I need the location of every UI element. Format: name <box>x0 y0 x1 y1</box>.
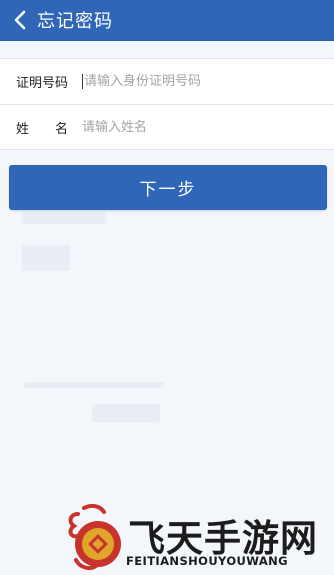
next-step-button[interactable]: 下一步 <box>9 165 327 210</box>
reset-form: 证明号码 姓名 <box>0 58 334 150</box>
text-cursor <box>82 74 83 89</box>
app-header: 忘记密码 <box>0 0 334 41</box>
back-button[interactable] <box>5 0 35 41</box>
page-title: 忘记密码 <box>37 11 113 32</box>
background-ghost <box>22 245 70 271</box>
background-ghost <box>92 404 160 422</box>
background-ghost <box>24 382 164 388</box>
name-row: 姓名 <box>0 104 334 149</box>
background-ghost <box>22 212 106 224</box>
site-watermark: 飞天手游网 FEITIANSHOUYOUWANG <box>66 500 334 575</box>
id-number-row: 证明号码 <box>0 59 334 104</box>
name-label-second: 名 <box>55 121 69 137</box>
coin-logo-icon <box>68 504 121 570</box>
watermark-subtitle: FEITIANSHOUYOUWANG <box>126 554 289 568</box>
name-label: 姓名 <box>0 118 82 137</box>
id-number-label: 证明号码 <box>16 76 69 91</box>
name-input[interactable] <box>82 112 334 142</box>
forgot-password-screen: 忘记密码 证明号码 姓名 下一步 飞天手游网 FEITIANS <box>0 0 334 575</box>
chevron-left-icon <box>14 10 26 30</box>
id-number-input[interactable] <box>84 66 334 97</box>
name-label-first: 姓 <box>16 121 30 137</box>
